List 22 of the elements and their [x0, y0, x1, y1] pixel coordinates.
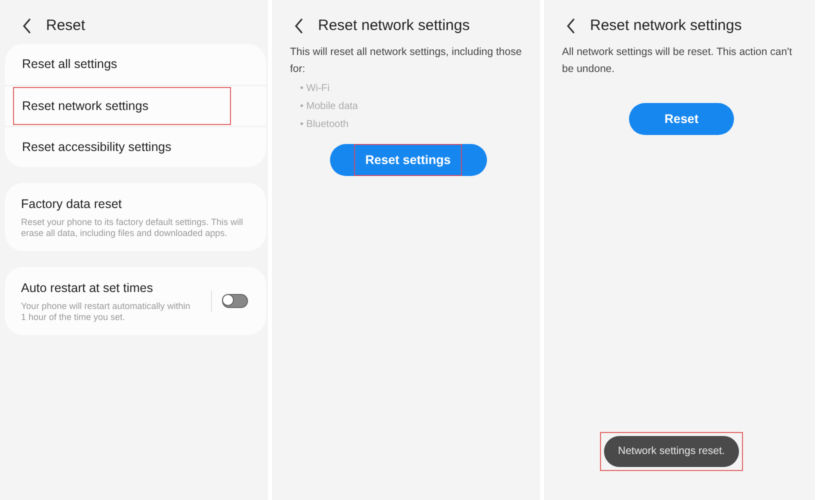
- bullet-item: • Bluetooth: [300, 118, 350, 132]
- item-description: Reset your phone to its factory default settings. This will erase all data, including files and downloaded apps.: [20, 216, 244, 239]
- settings-item[interactable]: Reset all settings: [13, 45, 248, 84]
- settings-item[interactable]: Reset accessibility settings: [13, 128, 248, 166]
- back-icon[interactable]: [22, 18, 32, 34]
- screen-title: Reset: [46, 16, 86, 36]
- settings-item[interactable]: Auto restart at set times: [13, 278, 201, 298]
- description-text: This will reset all network settings, including those for:: [290, 45, 523, 77]
- item-description: Your phone will restart automatically within 1 hour of the time you set.: [20, 300, 192, 322]
- screen-title: Reset network settings: [590, 16, 742, 36]
- bullet-item: • Wi-Fi: [300, 82, 331, 96]
- toggle-switch[interactable]: [222, 294, 248, 308]
- reset-button[interactable]: Reset: [629, 103, 734, 135]
- settings-item[interactable]: Factory data reset: [13, 195, 248, 214]
- settings-item[interactable]: Reset network settings: [13, 86, 231, 126]
- description-text: All network settings will be reset. This action can't be undone.: [562, 45, 793, 77]
- back-icon[interactable]: [294, 18, 304, 34]
- screen-title: Reset network settings: [318, 16, 470, 36]
- reset-button[interactable]: Reset settings: [330, 144, 486, 176]
- back-icon[interactable]: [566, 18, 576, 34]
- toast-message: Network settings reset.: [604, 436, 739, 467]
- bullet-item: • Mobile data: [300, 100, 359, 114]
